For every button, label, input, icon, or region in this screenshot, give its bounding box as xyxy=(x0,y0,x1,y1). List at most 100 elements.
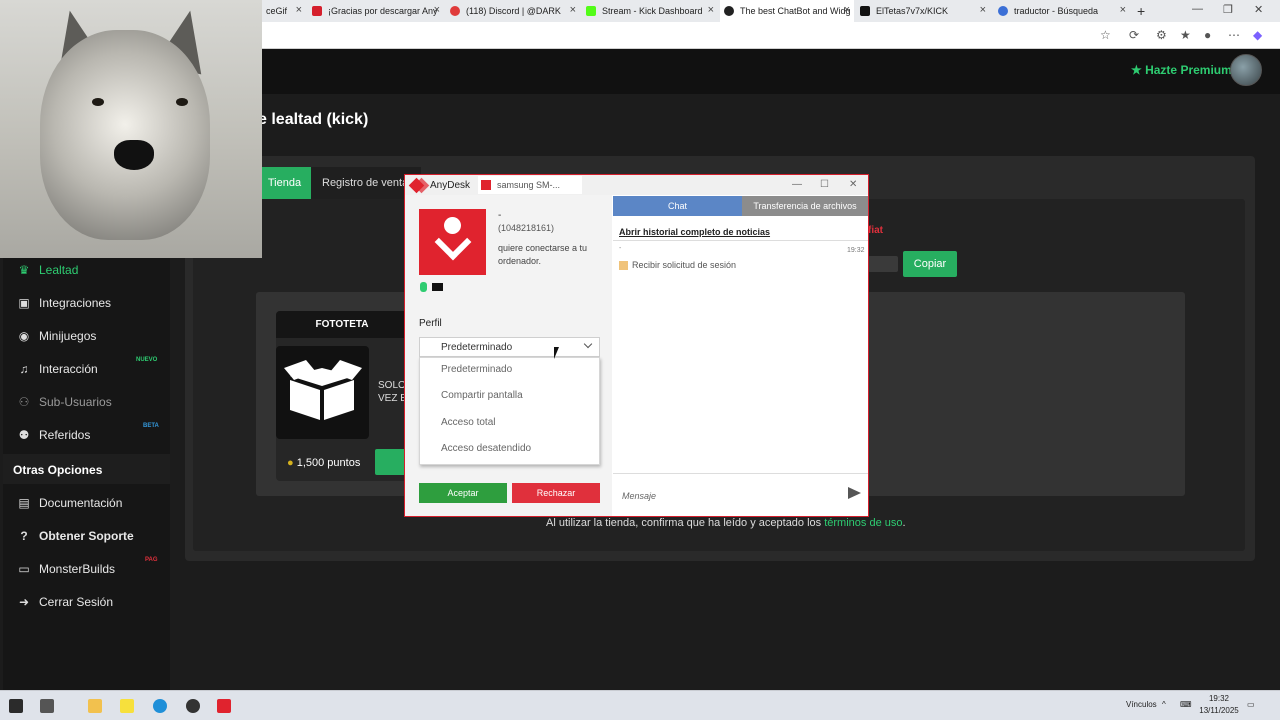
sidebar-item-sub-usuarios[interactable]: ⚇ Sub-Usuarios xyxy=(3,390,170,414)
windows-start-icon[interactable] xyxy=(9,699,23,713)
notifications-icon[interactable]: ▭ xyxy=(1247,700,1255,709)
close-icon[interactable]: × xyxy=(708,4,714,16)
kick-favicon-icon xyxy=(586,6,596,16)
file-explorer-icon[interactable] xyxy=(88,699,102,713)
anydesk-user-avatar xyxy=(419,209,486,275)
avatar[interactable] xyxy=(1230,54,1262,86)
clock[interactable]: 19:32 13/11/2025 xyxy=(1198,693,1240,717)
profile-option[interactable]: Acceso desatendido xyxy=(441,443,591,454)
copy-button[interactable]: Copiar xyxy=(903,251,957,277)
event-sender: - xyxy=(619,245,622,252)
terms-note: Al utilizar la tienda, confirma que ha l… xyxy=(546,517,906,529)
terms-link[interactable]: términos de uso xyxy=(824,517,902,529)
clock-date: 13/11/2025 xyxy=(1199,706,1239,715)
referral-icon: ⚉ xyxy=(18,428,30,442)
close-icon[interactable]: × xyxy=(1120,4,1126,16)
event-text: Recibir solicitud de sesión xyxy=(632,260,737,270)
terms-text: Al utilizar la tienda, confirma que ha l… xyxy=(546,517,825,529)
sidebar-item-integraciones[interactable]: ▣ Integraciones xyxy=(3,291,170,315)
browser-tab-active[interactable]: The best ChatBot and Widg × xyxy=(720,0,854,22)
new-tab-button[interactable]: + xyxy=(1137,3,1145,19)
remote-id: (1048218161) xyxy=(498,223,555,233)
profile-icon[interactable]: ● xyxy=(1204,28,1211,42)
browser-tab[interactable]: traductor - Búsqueda × xyxy=(994,0,1130,22)
browser-tab[interactable]: Stream - Kick Dashboard × xyxy=(582,0,718,22)
maximize-icon[interactable]: ☐ xyxy=(820,179,829,190)
sidebar-item-referidos[interactable]: ⚉ Referidos BETA xyxy=(3,423,170,447)
message-input[interactable]: Mensaje xyxy=(622,491,656,501)
sidebar-item-interaccion[interactable]: ♫ Interacción NUEVO xyxy=(3,357,170,381)
beta-badge: BETA xyxy=(143,423,159,429)
favorites-icon[interactable]: ★ xyxy=(1180,28,1191,42)
anydesk-session-tab[interactable]: samsung SM-... xyxy=(478,176,582,194)
tab-store[interactable]: Tienda xyxy=(258,167,311,199)
wolf-eye xyxy=(176,98,188,106)
edge-icon[interactable] xyxy=(153,699,167,713)
close-icon[interactable]: × xyxy=(434,4,440,16)
sidebar-item-label: Minijuegos xyxy=(39,329,97,343)
mouse-cursor-icon xyxy=(554,347,564,359)
browser-tab-label: The best ChatBot and Widg xyxy=(740,6,851,16)
task-view-icon[interactable] xyxy=(40,699,54,713)
profile-option[interactable]: Compartir pantalla xyxy=(441,390,591,401)
profile-select[interactable]: Predeterminado xyxy=(419,337,600,357)
browser-tab-label: Stream - Kick Dashboard xyxy=(602,6,703,16)
close-icon[interactable]: × xyxy=(296,4,302,16)
sidebar-item-minijuegos[interactable]: ◉ Minijuegos xyxy=(3,324,170,348)
divider xyxy=(613,240,868,241)
browser-tab[interactable]: ceGif × xyxy=(262,0,306,22)
sidebar-item-monsterbuilds[interactable]: ▭ MonsterBuilds PAG xyxy=(3,557,170,581)
points-label: 1,500 puntos xyxy=(296,457,361,469)
history-link[interactable]: Abrir historial completo de noticias xyxy=(619,227,770,237)
tab-chat[interactable]: Chat xyxy=(613,196,742,216)
obs-icon[interactable] xyxy=(186,699,200,713)
taskbar: Vínculos ^ ⌨ 19:32 13/11/2025 ▭ xyxy=(0,690,1280,720)
close-icon[interactable]: ✕ xyxy=(849,179,857,190)
browser-tab[interactable]: ElTetas7v7x/KICK × xyxy=(856,0,990,22)
secondary-button[interactable] xyxy=(868,256,898,272)
anydesk-taskbar-icon[interactable] xyxy=(217,699,231,713)
keyboard-icon[interactable]: ⌨ xyxy=(1180,700,1192,709)
profile-option[interactable]: Acceso total xyxy=(441,417,591,428)
webcam-overlay xyxy=(0,0,262,258)
copilot-icon[interactable]: ◆ xyxy=(1253,28,1262,42)
sidebar-item-soporte[interactable]: ? Obtener Soporte xyxy=(3,524,170,548)
extensions-icon[interactable]: ⚙ xyxy=(1156,28,1167,42)
minimize-icon[interactable]: — xyxy=(1192,3,1203,15)
screen-status-icon xyxy=(432,283,443,291)
close-icon[interactable]: × xyxy=(980,4,986,16)
browser-tab-label: ElTetas7v7x/KICK xyxy=(876,6,949,16)
star-icon: ★ xyxy=(1131,63,1146,77)
accept-button[interactable]: Aceptar xyxy=(419,483,507,503)
profile-label: Perfil xyxy=(419,318,442,329)
premium-button[interactable]: ★ Hazte Premium xyxy=(1131,63,1232,77)
close-icon[interactable]: × xyxy=(844,4,850,16)
send-icon[interactable] xyxy=(848,487,861,499)
chevron-up-icon[interactable]: ^ xyxy=(1162,700,1166,709)
sidebar-item-lealtad[interactable]: ♛ Lealtad xyxy=(3,258,170,282)
discord-favicon-icon xyxy=(450,6,460,16)
tiktok-favicon-icon xyxy=(860,6,870,16)
menu-icon[interactable]: ⋯ xyxy=(1228,28,1240,42)
close-icon[interactable]: × xyxy=(570,4,576,16)
browser-tab[interactable]: (118) Discord | @DARK × xyxy=(446,0,580,22)
tab-file-transfer[interactable]: Transferencia de archivos xyxy=(742,196,868,216)
refresh-icon[interactable]: ⟳ xyxy=(1129,28,1139,42)
maximize-icon[interactable]: ❐ xyxy=(1223,3,1233,16)
session-request-icon xyxy=(619,261,628,270)
reject-button[interactable]: Rechazar xyxy=(512,483,600,503)
bookmark-star-icon[interactable]: ☆ xyxy=(1100,28,1111,42)
sidebar-item-label: Integraciones xyxy=(39,296,112,310)
browser-tab-label: ceGif xyxy=(266,6,288,16)
sidebar-item-cerrar-sesion[interactable]: ➜ Cerrar Sesión xyxy=(3,590,170,614)
links-toolbar[interactable]: Vínculos xyxy=(1126,700,1157,709)
warning-text: fiat xyxy=(868,225,883,236)
notes-icon[interactable] xyxy=(120,699,134,713)
minimize-icon[interactable]: — xyxy=(792,179,802,190)
browser-tab[interactable]: ¡Gracias por descargar Any × xyxy=(308,0,444,22)
close-window-icon[interactable]: ✕ xyxy=(1254,3,1263,16)
sidebar-item-documentacion[interactable]: ▤ Documentación xyxy=(3,491,170,515)
profile-option[interactable]: Predeterminado xyxy=(441,364,591,375)
lock-status-icon xyxy=(420,282,427,292)
anydesk-app-name: AnyDesk xyxy=(430,180,471,191)
